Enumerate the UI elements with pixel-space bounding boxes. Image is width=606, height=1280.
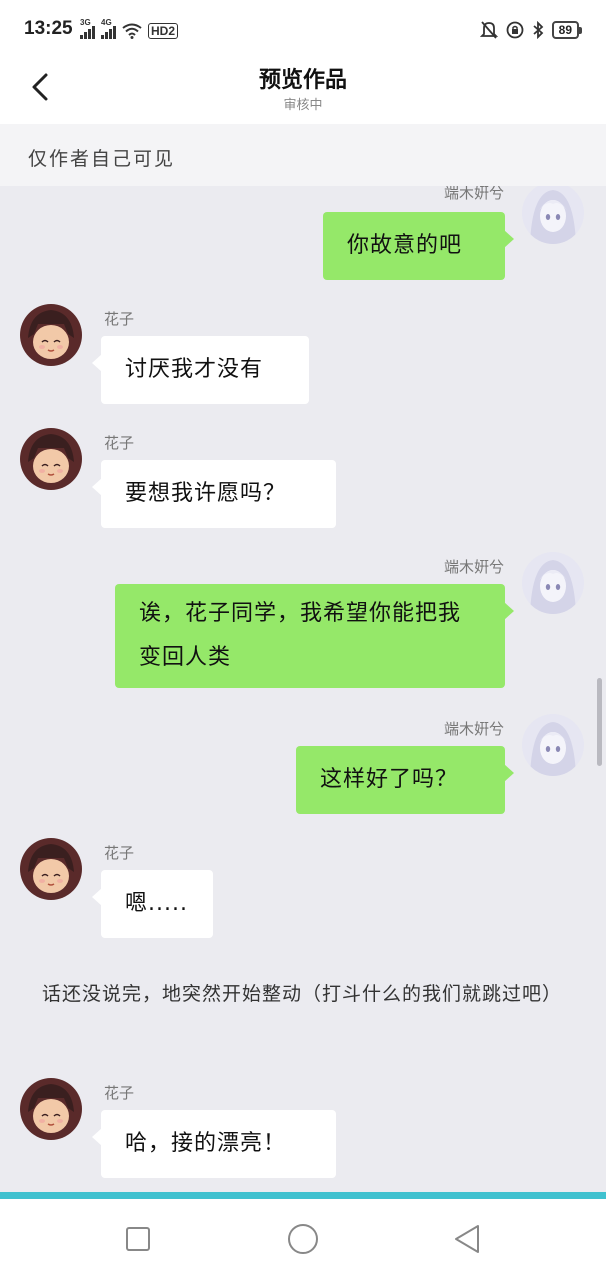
avatar[interactable] [522, 186, 584, 244]
message-item: 端木姸兮 你故意的吧 [0, 186, 606, 296]
chat-area[interactable]: 端木姸兮 你故意的吧 花子 讨厌我才没有 花子 要想我许愿吗？ 端木姸兮 诶，花… [0, 186, 606, 1192]
avatar[interactable] [20, 838, 82, 900]
sender-name: 花子 [104, 434, 135, 452]
battery-level: 89 [551, 21, 579, 39]
message-bubble[interactable]: 你故意的吧 [323, 212, 514, 280]
message-item: 端木姸兮 这样好了吗？ [0, 714, 606, 824]
review-status: 审核中 [283, 98, 323, 113]
message-bubble[interactable]: 讨厌我才没有 [92, 336, 309, 404]
battery-icon: 89 [551, 21, 582, 39]
avatar[interactable] [522, 552, 584, 614]
progress-bar [0, 1192, 606, 1199]
system-indicators: 89 [479, 20, 582, 40]
message-item: 花子 哈，接的漂亮！ [0, 1078, 606, 1188]
circle-icon[interactable] [285, 1221, 321, 1257]
narration-text: 话还没说完，地突然开始整动（打斗什么的我们就跳过吧） [42, 983, 563, 1005]
wifi-icon [122, 23, 142, 39]
scrollbar[interactable] [597, 678, 602, 766]
avatar[interactable] [20, 1078, 82, 1140]
hd-voice-icon: HD2 [148, 23, 179, 39]
sender-name: 花子 [104, 1084, 135, 1102]
avatar[interactable] [20, 428, 82, 490]
sender-name: 端木姸兮 [443, 720, 504, 738]
signal-4g-icon: 4G [101, 18, 116, 39]
message-bubble[interactable]: 嗯..... [92, 870, 213, 938]
rotation-lock-icon [506, 21, 524, 39]
signal-3g-icon: 3G [80, 18, 95, 39]
message-item: 花子 嗯..... [0, 838, 606, 948]
message-bubble[interactable]: 要想我许愿吗？ [92, 460, 336, 528]
triangle-back-icon[interactable] [450, 1221, 486, 1257]
navigation-bar [0, 1199, 606, 1280]
page-title: 预览作品 [258, 68, 347, 93]
visibility-notice: 仅作者自己可见 [0, 124, 606, 186]
bluetooth-icon [533, 21, 543, 39]
network-indicators: 3G 4G HD2 [80, 18, 179, 39]
message-item: 端木姸兮 诶，花子同学，我希望你能把我变回人类 [0, 552, 606, 702]
title-bar: 预览作品 审核中 [0, 62, 606, 124]
square-icon[interactable] [120, 1221, 156, 1257]
avatar[interactable] [522, 714, 584, 776]
message-bubble[interactable]: 哈，接的漂亮！ [92, 1110, 336, 1178]
message-bubble[interactable]: 这样好了吗？ [296, 746, 514, 814]
sender-name: 花子 [104, 310, 135, 328]
avatar[interactable] [20, 304, 82, 366]
visibility-notice-text: 仅作者自己可见 [28, 148, 176, 170]
mute-bell-icon [479, 21, 498, 39]
message-item: 花子 讨厌我才没有 [0, 304, 606, 414]
message-bubble[interactable]: 诶，花子同学，我希望你能把我变回人类 [115, 584, 514, 688]
sender-name: 花子 [104, 844, 135, 862]
sender-name: 端木姸兮 [443, 186, 504, 202]
status-bar: 13:25 3G 4G HD2 89 [0, 0, 606, 62]
sender-name: 端木姸兮 [443, 558, 504, 576]
clock: 13:25 [24, 18, 73, 39]
message-item: 花子 要想我许愿吗？ [0, 428, 606, 538]
